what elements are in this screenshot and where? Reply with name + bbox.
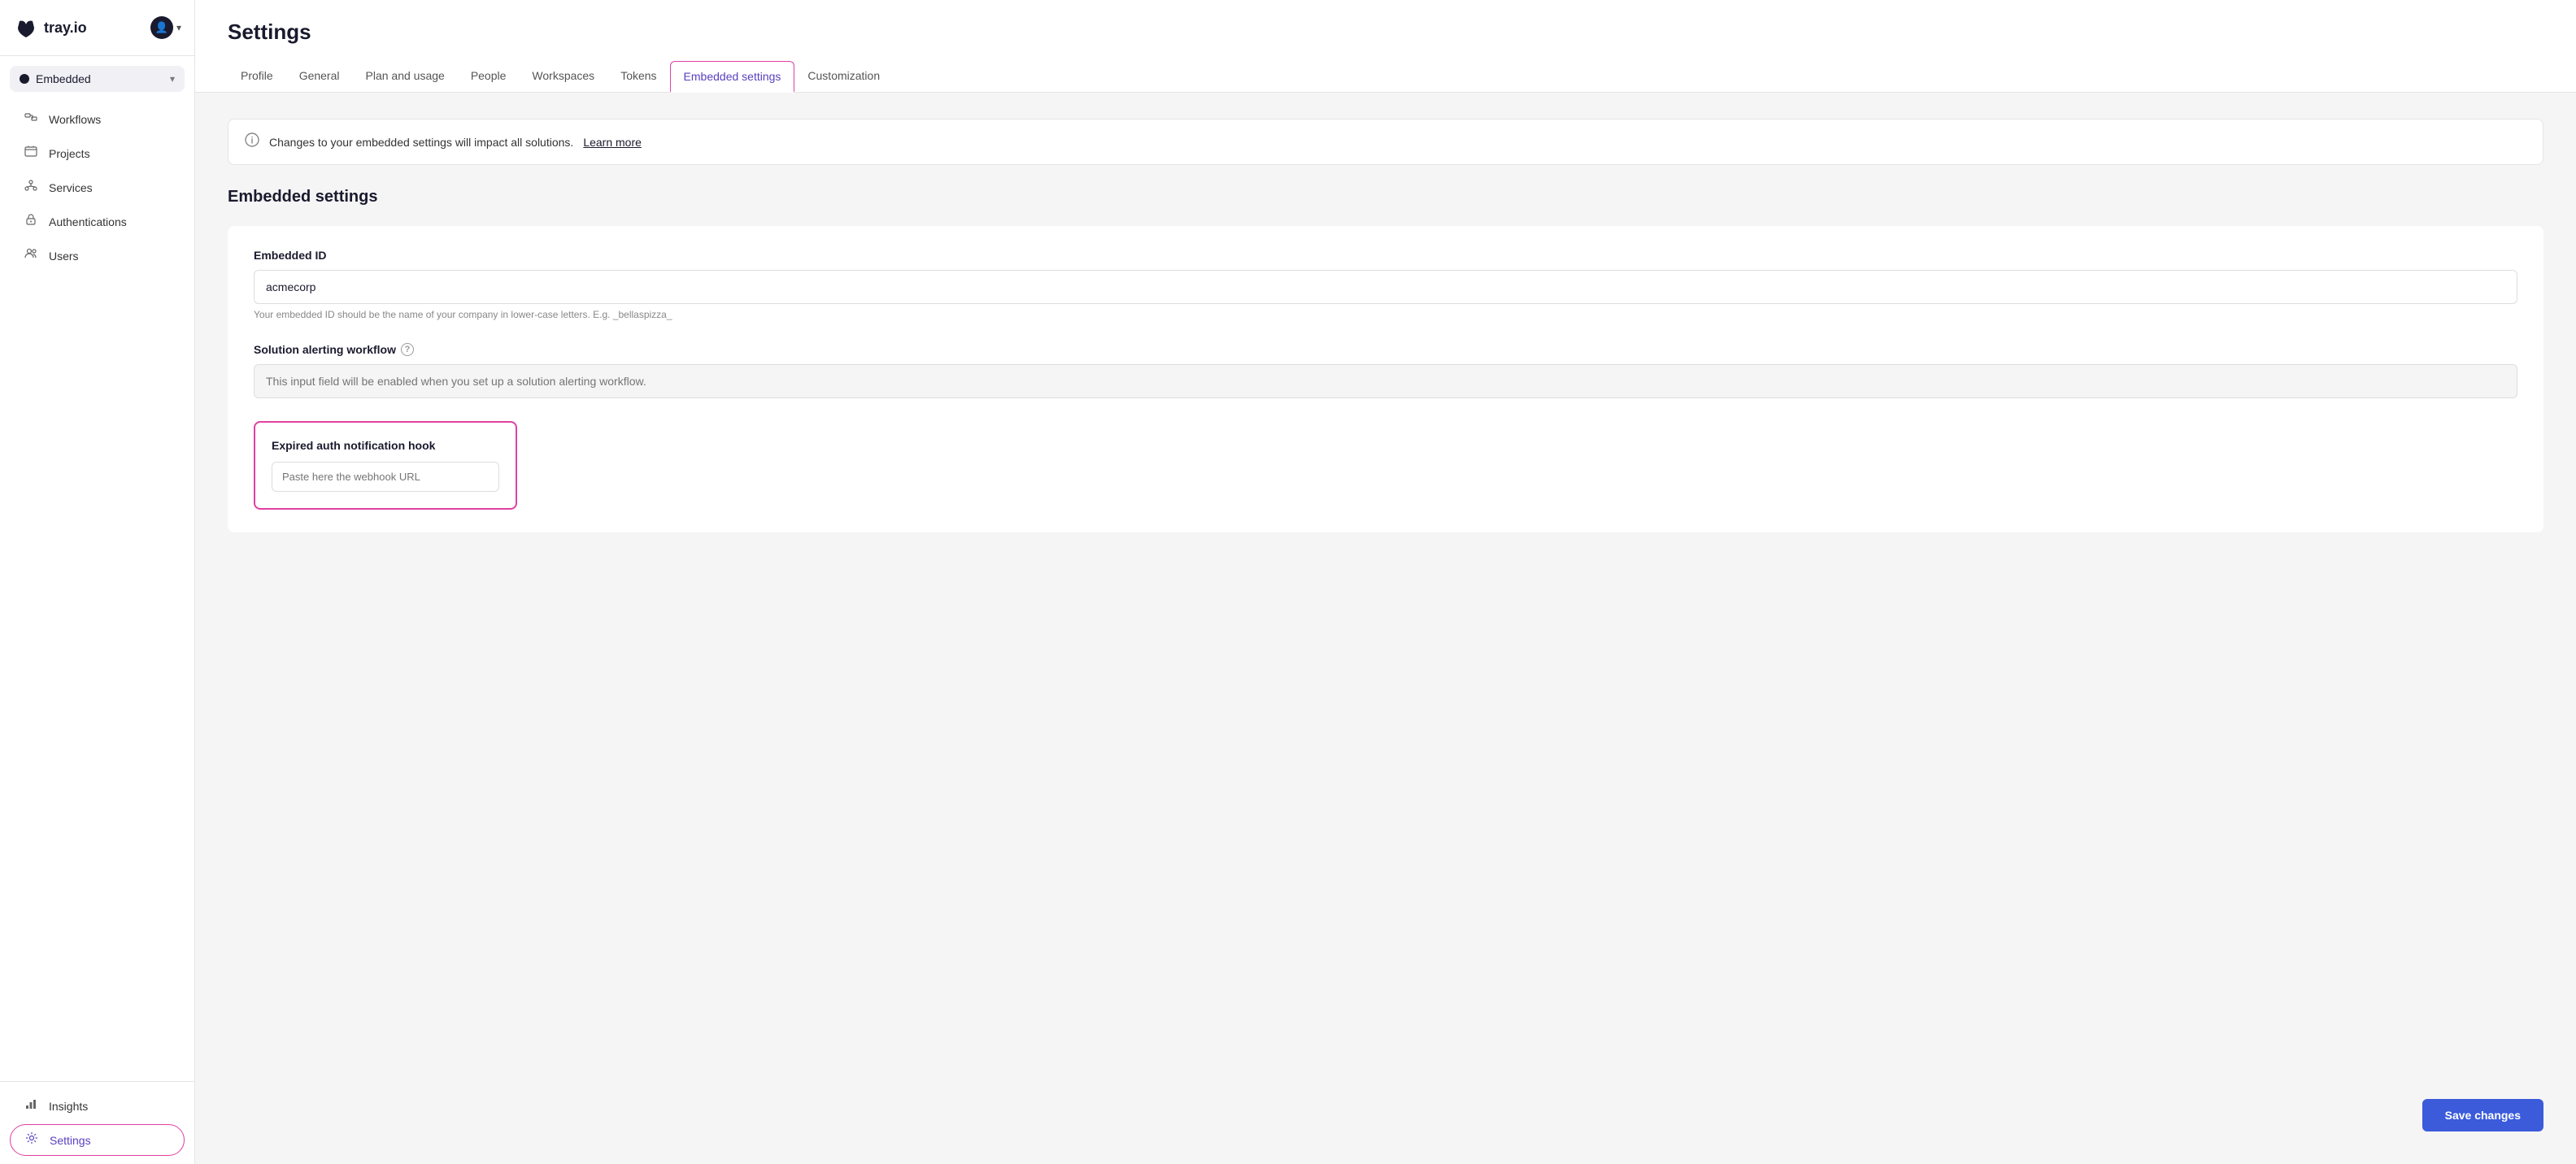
tab-workspaces[interactable]: Workspaces [519,61,607,92]
logo-text: tray.io [44,20,87,37]
page-header: Settings Profile General Plan and usage … [195,0,2576,93]
embedded-id-hint: Your embedded ID should be the name of y… [254,309,2517,320]
expired-auth-label: Expired auth notification hook [272,439,499,452]
sidebar-item-settings[interactable]: Settings [10,1124,185,1156]
webhook-url-input[interactable] [272,462,499,492]
tray-logo[interactable]: tray.io [13,15,87,41]
embedded-id-label: Embedded ID [254,249,2517,262]
sidebar-item-users[interactable]: Users [7,239,188,272]
sidebar-item-workflows[interactable]: Workflows [7,102,188,136]
info-banner: Changes to your embedded settings will i… [228,119,2543,165]
sidebar-header: tray.io 👤 ▾ [0,0,194,56]
settings-form: Embedded ID Your embedded ID should be t… [228,226,2543,532]
info-banner-text: Changes to your embedded settings will i… [269,136,573,149]
tab-profile[interactable]: Profile [228,61,286,92]
tabs-bar: Profile General Plan and usage People Wo… [228,61,2543,92]
workspace-dot [20,74,29,84]
tab-tokens[interactable]: Tokens [607,61,669,92]
sidebar-nav: Workflows Projects Services Authenticati… [0,95,194,1081]
workflows-icon [23,111,39,128]
expired-auth-box: Expired auth notification hook [254,421,517,510]
page-title: Settings [228,20,2543,45]
users-icon [23,247,39,264]
user-icon: 👤 [155,21,168,34]
services-icon [23,179,39,196]
tray-logo-icon [13,15,39,41]
sidebar-item-authentications[interactable]: Authentications [7,205,188,238]
tab-people[interactable]: People [458,61,520,92]
info-circle-icon [245,132,259,151]
solution-alerting-input [254,364,2517,398]
embedded-id-input[interactable] [254,270,2517,304]
users-label: Users [49,250,79,263]
authentications-label: Authentications [49,215,127,228]
settings-icon [24,1131,40,1149]
solution-alerting-label: Solution alerting workflow ? [254,343,2517,356]
settings-content: Changes to your embedded settings will i… [195,93,2576,1164]
workspace-chevron-icon: ▾ [170,73,175,85]
solution-alerting-field: Solution alerting workflow ? [254,343,2517,398]
tab-embedded-settings[interactable]: Embedded settings [670,61,795,93]
tab-customization[interactable]: Customization [794,61,893,92]
workspace-selector[interactable]: Embedded ▾ [10,66,185,92]
save-changes-button[interactable]: Save changes [2422,1099,2543,1131]
projects-label: Projects [49,147,90,160]
user-chevron-icon[interactable]: ▾ [176,22,181,33]
insights-icon [23,1097,39,1114]
sidebar: tray.io 👤 ▾ Embedded ▾ Workflows Project… [0,0,195,1164]
tab-plan-usage[interactable]: Plan and usage [353,61,458,92]
user-avatar[interactable]: 👤 [150,16,173,39]
embedded-settings-title: Embedded settings [228,188,2543,206]
solution-alerting-help-icon[interactable]: ? [401,343,414,356]
main-content: Settings Profile General Plan and usage … [195,0,2576,1164]
learn-more-link[interactable]: Learn more [583,136,642,149]
services-label: Services [49,181,93,194]
workflows-label: Workflows [49,113,101,126]
sidebar-item-insights[interactable]: Insights [7,1089,188,1123]
embedded-id-field: Embedded ID Your embedded ID should be t… [254,249,2517,320]
workspace-name: Embedded [36,72,163,85]
header-right: 👤 ▾ [150,16,181,39]
sidebar-item-services[interactable]: Services [7,171,188,204]
tab-general[interactable]: General [286,61,353,92]
settings-label: Settings [50,1134,91,1147]
projects-icon [23,145,39,162]
sidebar-item-projects[interactable]: Projects [7,137,188,170]
insights-label: Insights [49,1100,88,1113]
sidebar-footer: Insights Settings [0,1081,194,1164]
authentications-icon [23,213,39,230]
